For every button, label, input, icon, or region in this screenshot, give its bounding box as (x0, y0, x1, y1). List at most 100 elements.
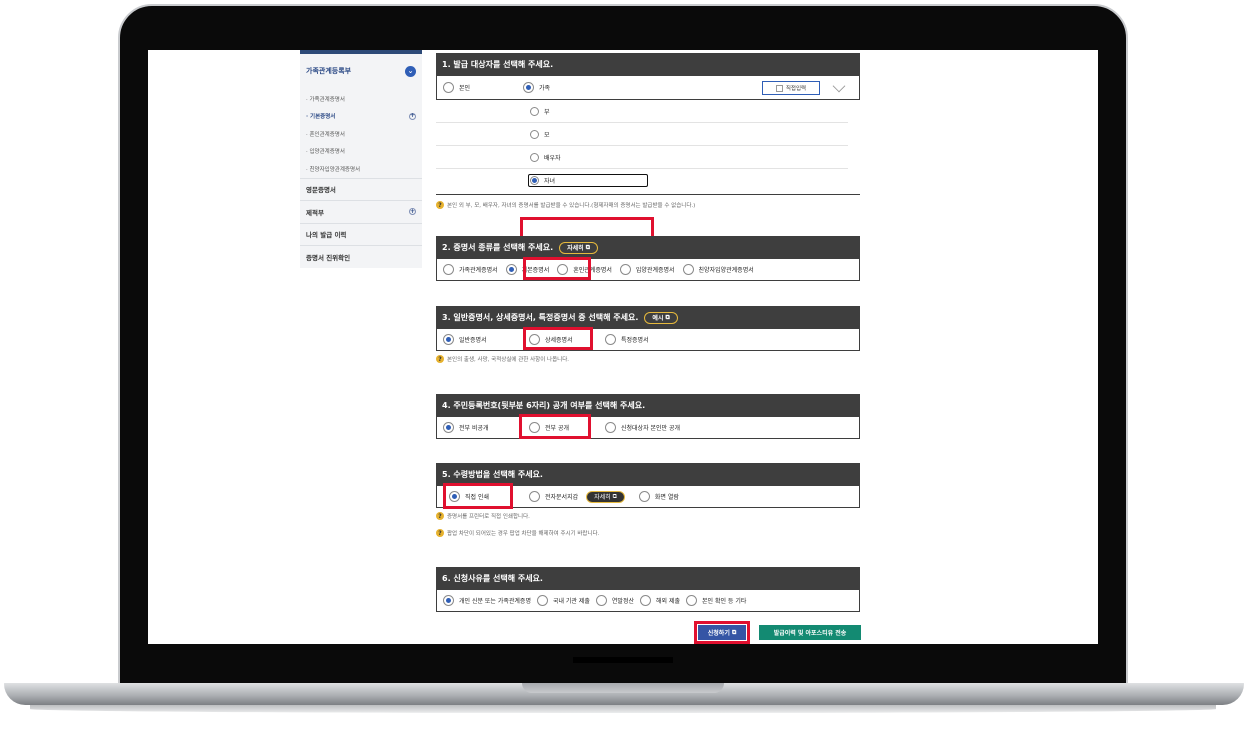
sidebar-header[interactable]: 가족관계등록부 ⌄ (300, 54, 422, 88)
radio-checked-icon[interactable] (443, 334, 454, 345)
family-option-spouse[interactable]: 배우자 (436, 146, 848, 169)
radio-label: 연말정산 (611, 598, 634, 605)
radio-icon[interactable] (638, 491, 650, 502)
radio-label: 부 (544, 108, 550, 116)
cert-type-options: 가족관계증명서 기본증명서 혼인관계증명서 입양관계증명서 친양자입양관계증명서 (436, 257, 860, 281)
radio-checked-icon[interactable] (443, 422, 454, 433)
direct-input-button[interactable]: 직접입력 (762, 81, 820, 95)
radio-icon[interactable] (443, 82, 454, 93)
radio-icon[interactable] (530, 106, 539, 116)
focus-outline (528, 174, 648, 187)
sidebar-item-basic-cert[interactable]: · 기본증명서 + (306, 108, 416, 126)
radio-marriage-cert[interactable]: 혼인관계증명서 (557, 264, 612, 275)
sidebar-item-my-history[interactable]: 나의 발급 이력 (300, 222, 422, 245)
radio-specific-cert[interactable]: 특정증명서 (605, 334, 649, 345)
radio-icon[interactable] (595, 595, 607, 606)
radio-family[interactable]: 가족 (523, 82, 550, 93)
apply-button[interactable]: 신청하기 ⧉ (698, 625, 746, 640)
question-icon: ? (436, 512, 444, 520)
radio-icon[interactable] (557, 264, 569, 275)
radio-icon[interactable] (619, 264, 631, 275)
section-title-text: 3. 일반증명서, 상세증명서, 특정증명서 중 선택해 주세요. (442, 313, 639, 322)
radio-all-public[interactable]: 전부 공개 (529, 422, 597, 433)
checkbox-icon[interactable] (775, 84, 783, 92)
radio-adoption-cert[interactable]: 입양관계증명서 (619, 264, 675, 275)
chevron-down-icon[interactable]: ⌄ (405, 65, 416, 77)
radio-basic-cert[interactable]: 기본증명서 (505, 264, 550, 275)
radio-reason-tax[interactable]: 연말정산 (595, 595, 634, 606)
radio-icon[interactable] (682, 264, 694, 275)
radio-all-private[interactable]: 전부 비공개 (443, 422, 521, 433)
radio-icon[interactable] (605, 334, 616, 345)
radio-reason-domestic[interactable]: 국내 기관 제출 (536, 595, 590, 606)
radio-direct-print[interactable]: 직접 인쇄 (443, 491, 521, 502)
section-title: 5. 수령방법을 선택해 주세요. (436, 463, 860, 486)
radio-label: 해외 제출 (656, 598, 680, 605)
radio-icon[interactable] (530, 129, 539, 139)
radio-label: 본인 확인 등 기타 (702, 598, 747, 605)
radio-checked-icon[interactable] (523, 82, 534, 93)
radio-icon[interactable] (529, 491, 540, 502)
detail-button[interactable]: 자세히 ⧉ (586, 490, 625, 503)
sidebar-item-english-cert[interactable]: 영문증명서 (300, 177, 422, 200)
radio-checked-icon[interactable] (443, 595, 454, 606)
radio-icon[interactable] (686, 595, 697, 606)
sidebar-item-adoption-cert[interactable]: · 입양관계증명서 (306, 143, 416, 161)
radio-icon[interactable] (529, 334, 540, 345)
section-reason: 6. 신청사유를 선택해 주세요. 개인 신분 또는 가족관계증명 국내 기관 … (436, 567, 860, 612)
radio-icon[interactable] (443, 264, 454, 275)
radio-self[interactable]: 본인 (443, 82, 515, 93)
sidebar-item-marriage-cert[interactable]: · 혼인관계증명서 (306, 125, 416, 143)
radio-reason-abroad[interactable]: 해외 제출 (640, 595, 680, 606)
sidebar-header-label: 가족관계등록부 (306, 67, 352, 75)
note-text: 팝업 차단이 되어있는 경우 팝업 차단을 해제하여 주시기 바랍니다. (447, 531, 600, 537)
radio-label: 신청대상자 본인만 공개 (621, 425, 681, 432)
sidebar-item-verify[interactable]: 증명서 진위확인 (300, 245, 422, 268)
chevron-down-icon[interactable] (832, 79, 846, 93)
radio-label: 친양자입양관계증명서 (698, 267, 754, 274)
laptop-notch (522, 683, 724, 693)
radio-checked-icon[interactable] (449, 491, 460, 502)
laptop-shadow (30, 705, 1216, 713)
sidebar-item-removed-register[interactable]: 제적부 + (300, 200, 422, 223)
detail-button[interactable]: 자세히 ⧉ (559, 241, 599, 254)
radio-icon[interactable] (530, 152, 539, 162)
radio-label: 모 (544, 131, 550, 139)
family-option-mother[interactable]: 모 (436, 123, 848, 146)
section-cert-kind: 3. 일반증명서, 상세증명서, 특정증명서 중 선택해 주세요. 예시 ⧉ 일반… (436, 306, 860, 366)
sidebar-item-full-adoption-cert[interactable]: · 친양자입양관계증명서 (306, 160, 416, 178)
section-cert-type: 2. 증명서 종류를 선택해 주세요. 자세히 ⧉ 가족관계증명서 기본증명서 혼… (436, 236, 860, 281)
radio-general-cert[interactable]: 일반증명서 (443, 334, 521, 345)
radio-reason-other[interactable]: 본인 확인 등 기타 (686, 595, 746, 606)
radio-screen-view[interactable]: 화면 열람 (638, 491, 679, 502)
radio-reason-identity[interactable]: 개인 신분 또는 가족관계증명 (443, 595, 531, 606)
apostille-label: 발급이력 및 아포스티유 전송 (773, 630, 847, 637)
radio-label: 기본증명서 (521, 267, 550, 274)
radio-detail-cert[interactable]: 상세증명서 (529, 334, 597, 345)
note-text: 본인의 출생, 사망, 국적상실에 관한 사항이 나옵니다. (447, 357, 569, 363)
sidebar-item-label: 입양관계증명서 (309, 149, 345, 156)
family-option-father[interactable]: 부 (436, 100, 848, 123)
sidebar-item-family-cert[interactable]: · 가족관계증명서 (306, 90, 416, 108)
radio-checked-icon[interactable] (505, 264, 517, 275)
sidebar-item-label: 증명서 진위확인 (306, 253, 351, 262)
section-rrn-disclosure: 4. 주민등록번호(뒷부분 6자리) 공개 여부를 선택해 주세요. 전부 비공… (436, 394, 860, 439)
radio-icon[interactable] (529, 422, 540, 433)
family-option-child[interactable]: 자녀 (436, 169, 848, 192)
example-button[interactable]: 예시 ⧉ (644, 311, 678, 324)
radio-icon[interactable] (640, 595, 651, 606)
radio-icon[interactable] (536, 595, 548, 606)
sidebar-item-label: 제적부 (306, 208, 324, 217)
sidebar-item-label: 가족관계증명서 (309, 96, 345, 103)
radio-icon[interactable] (605, 422, 616, 433)
radio-e-wallet[interactable]: 전자문서지갑 (529, 491, 578, 502)
apostille-button[interactable]: 발급이력 및 아포스티유 전송 (759, 625, 861, 640)
radio-family-cert[interactable]: 가족관계증명서 (443, 264, 498, 275)
note-text: 본인 외 부, 모, 배우자, 자녀의 증명서를 발급받을 수 있습니다.(형제… (447, 203, 696, 209)
radio-self-only-public[interactable]: 신청대상자 본인만 공개 (605, 422, 680, 433)
screen: 가족관계등록부 ⌄ · 가족관계증명서 · 기본증명서 + · 혼인관계증명서 ·… (148, 50, 1098, 644)
radio-label: 개인 신분 또는 가족관계증명 (459, 598, 531, 605)
radio-full-adoption-cert[interactable]: 친양자입양관계증명서 (682, 264, 754, 275)
laptop-frame: 가족관계등록부 ⌄ · 가족관계증명서 · 기본증명서 + · 혼인관계증명서 ·… (0, 0, 1246, 730)
radio-label: 혼인관계증명서 (573, 267, 612, 274)
